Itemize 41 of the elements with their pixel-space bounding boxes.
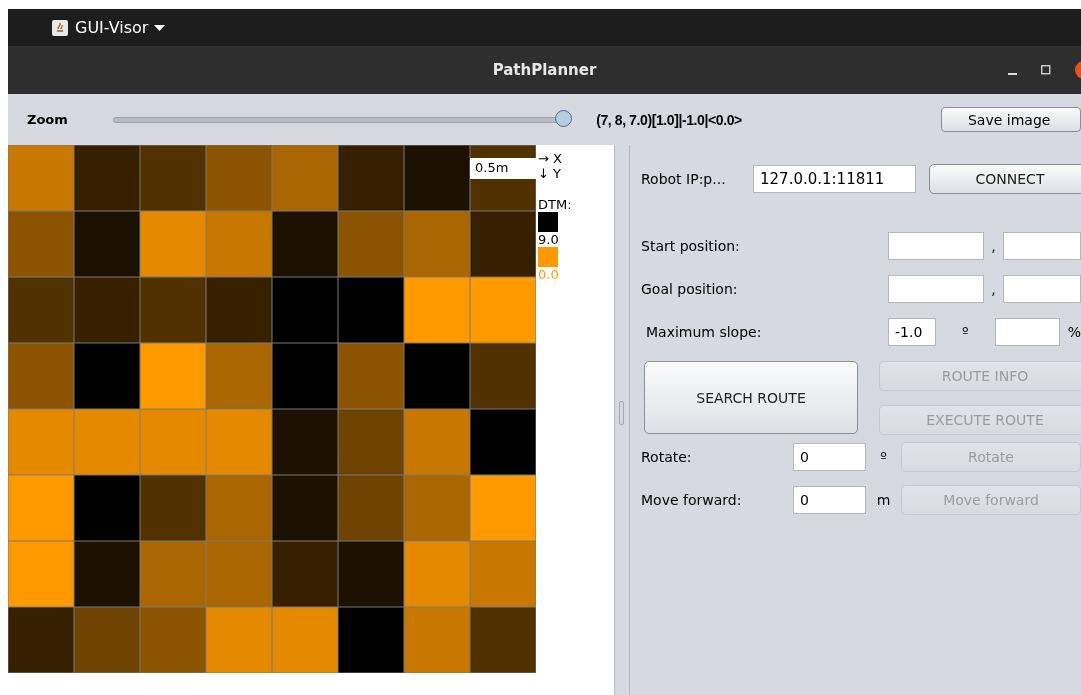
input-field[interactable]: 127.0.0.1:11811 [753,165,916,193]
input-field[interactable] [1003,274,1081,303]
maximize-icon [1041,65,1051,75]
app-menu[interactable]: GUI-Visor [51,18,166,37]
legend-title: DTM: [538,197,572,212]
connect-button[interactable]: CONNECT [929,164,1081,194]
unit-label: , [990,237,997,254]
slider-thumb[interactable] [555,109,573,127]
legend-value: 0.0 [538,267,559,282]
unit-label: m [875,491,892,508]
input-field[interactable]: 0 [793,442,866,471]
field-label: Move forward: [641,491,743,508]
axis-label: → X [538,151,562,166]
input-field[interactable] [994,317,1060,346]
unit-label: , [990,280,997,297]
java-cup-icon [51,18,69,37]
status-text: (7, 8, 7.0)[1.0]|-1.0|<0.0> [596,111,743,128]
legend-value: 9.0 [538,232,559,247]
zoom-slider[interactable] [113,110,574,129]
zoom-label: Zoom [27,112,69,127]
field-label: Goal position: [641,280,739,297]
field-label: Robot IP:p... [641,171,727,187]
window-title: PathPlanner [492,61,597,79]
axis-label: ↓ Y [538,166,561,181]
search-route-button[interactable]: SEARCH ROUTE [644,361,858,434]
minimize-icon [1008,73,1017,75]
field-label: Maximum slope: [646,323,763,340]
scale-label: 0.5m [470,158,536,179]
unit-label: % [1067,323,1081,340]
save-image-button[interactable]: Save image [941,107,1081,132]
input-field[interactable] [888,274,984,303]
input-field[interactable]: 0 [793,485,866,514]
caret-icon [154,24,166,31]
input-field[interactable]: -1.0 [888,317,936,346]
unit-label: º [961,323,970,340]
unit-label: º [879,448,888,465]
splitter-handle[interactable] [619,401,624,425]
field-label: Start position: [641,237,741,254]
input-field[interactable] [888,231,984,260]
field-label: Rotate: [641,448,693,465]
input-field[interactable] [1003,231,1081,260]
